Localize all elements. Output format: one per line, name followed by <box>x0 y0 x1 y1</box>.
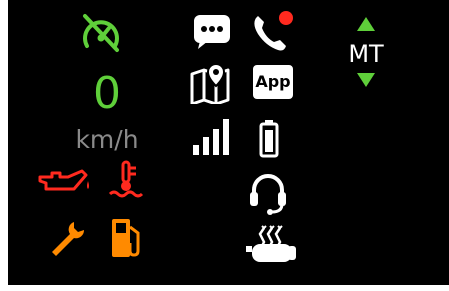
app-icon[interactable]: App <box>253 65 293 99</box>
phone-call-icon <box>254 11 293 51</box>
speed-value: 0 <box>93 68 121 119</box>
gear-up-arrow-icon[interactable] <box>356 16 376 32</box>
heated-grip-icon <box>246 225 296 262</box>
coolant-temperature-warning-icon <box>108 160 144 198</box>
instrument-cluster: 0 km/h App MT <box>8 0 449 285</box>
gear-mode-label: MT <box>348 40 384 68</box>
signal-strength-icon <box>193 119 229 155</box>
fuel-warning-icon <box>112 219 140 257</box>
gear-down-arrow-icon[interactable] <box>356 72 376 88</box>
service-wrench-icon <box>52 222 85 256</box>
headset-icon <box>250 174 286 215</box>
map-navigation-icon <box>190 62 230 104</box>
cruise-control-icon <box>83 14 119 52</box>
battery-icon <box>259 120 279 158</box>
message-icon <box>194 15 230 49</box>
speed-unit: km/h <box>75 125 139 154</box>
oil-pressure-warning-icon <box>38 169 89 191</box>
